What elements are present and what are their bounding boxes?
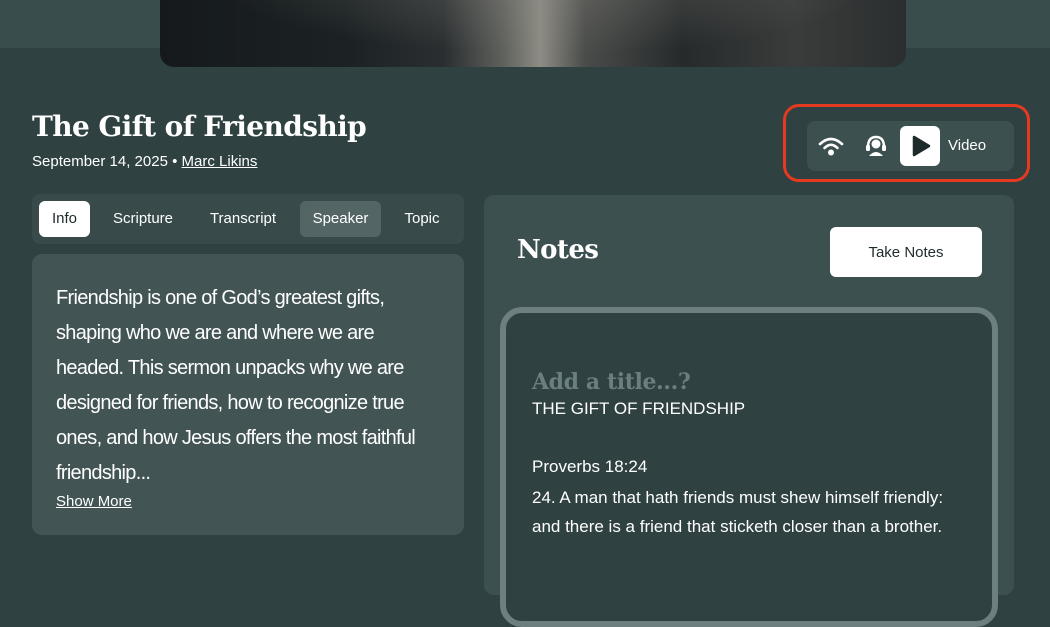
notes-panel: Notes Take Notes Add a title...? THE GIF… <box>484 195 1014 627</box>
sermon-meta: September 14, 2025 • Marc Likins <box>32 153 257 170</box>
sermon-date: September 14, 2025 <box>32 153 168 170</box>
scripture-reference[interactable]: Proverbs 18:24 <box>532 457 647 477</box>
notes-editor[interactable]: Add a title...? THE GIFT OF FRIENDSHIP P… <box>500 307 998 627</box>
note-title-placeholder[interactable]: Add a title...? <box>532 369 691 395</box>
sermon-title: The Gift of Friendship <box>32 110 367 143</box>
broadcast-icon[interactable] <box>817 133 845 159</box>
listen-icon[interactable] <box>863 133 891 159</box>
play-icon <box>912 135 931 157</box>
tab-info[interactable]: Info <box>39 201 90 237</box>
hero-image-shade <box>160 0 906 67</box>
speaker-link[interactable]: Marc Likins <box>182 153 258 170</box>
tab-scripture[interactable]: Scripture <box>100 201 186 237</box>
meta-separator: • <box>172 153 178 170</box>
tab-transcript[interactable]: Transcript <box>196 201 290 237</box>
sermon-description: Friendship is one of God’s greatest gift… <box>56 287 416 484</box>
show-more-link[interactable]: Show More <box>56 493 132 510</box>
info-card: Friendship is one of God’s greatest gift… <box>32 254 464 535</box>
tab-topic[interactable]: Topic <box>391 201 453 237</box>
tab-speaker[interactable]: Speaker <box>300 201 381 237</box>
sermon-hero-image <box>160 0 906 67</box>
media-controls: Video <box>807 121 1014 171</box>
scripture-verse[interactable]: 24. A man that hath friends must shew hi… <box>532 483 952 541</box>
note-heading[interactable]: THE GIFT OF FRIENDSHIP <box>532 399 745 419</box>
video-label[interactable]: Video <box>948 137 986 154</box>
sermon-tabs: Info Scripture Transcript Speaker Topic <box>32 194 464 244</box>
notes-title: Notes <box>517 235 599 265</box>
play-video-button[interactable] <box>900 126 940 166</box>
take-notes-button[interactable]: Take Notes <box>830 227 982 277</box>
